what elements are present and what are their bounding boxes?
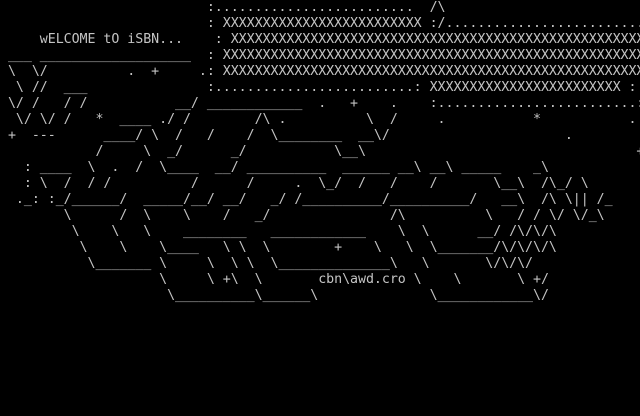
art-row: \/ \/ / * ____ ./ / /\ . \ / . * . xyxy=(0,112,637,127)
art-row: \ \ +\ \ cbn\awd.cro \ \ \ +/ xyxy=(0,272,549,287)
art-row: \ \/ . + .: XXXXXXXXXXXXXXXXXXXXXXXXXXXX… xyxy=(0,64,640,79)
art-row: \ // ___ :.........................: XXX… xyxy=(0,80,637,95)
ansi-art-screen: :......................... /\ : XXXXXXXX… xyxy=(0,0,640,416)
art-row: / \ _/ _/ \__\ + xyxy=(0,144,640,159)
art-row: : XXXXXXXXXXXXXXXXXXXXXXXXX :/..........… xyxy=(0,16,640,31)
art-row: ._: :_/______/ _____/__/ __/ _/ /_______… xyxy=(0,192,613,207)
art-row: \/ / / / __/ ____________ . + . :.......… xyxy=(0,96,640,111)
art-row: \ \ \ ________ ____________ \ \ __/ /\/\… xyxy=(0,224,557,239)
art-row: ___ ___________________ : XXXXXXXXXXXXXX… xyxy=(0,48,640,63)
art-row: :......................... /\ xyxy=(0,0,446,15)
art-row: \ \ \____ \ \ \ + \ \ \_______/\/\/\/\ xyxy=(0,240,557,255)
art-row: : ____ \ . / \____ __/ __________ ______… xyxy=(0,160,640,175)
art-row: : \ / / / / / . \_/ / / / \__\ /\_/ \ xyxy=(0,176,589,191)
art-row: \ / \ \ / _/ /\ \ / / \/ \/_\ xyxy=(0,208,605,223)
art-row: \_______ \ \ \ \ \______________\ \ \/\/… xyxy=(0,256,534,271)
art-row: \__________\______\ \____________\/ xyxy=(0,288,549,303)
art-row: wELCOME tO iSBN... : XXXXXXXXXXXXXXXXXXX… xyxy=(0,32,640,47)
art-row: + --- ____/ \ / / / \________ __\/ . xyxy=(0,128,573,143)
ascii-art-logo: :......................... /\ : XXXXXXXX… xyxy=(0,0,640,304)
